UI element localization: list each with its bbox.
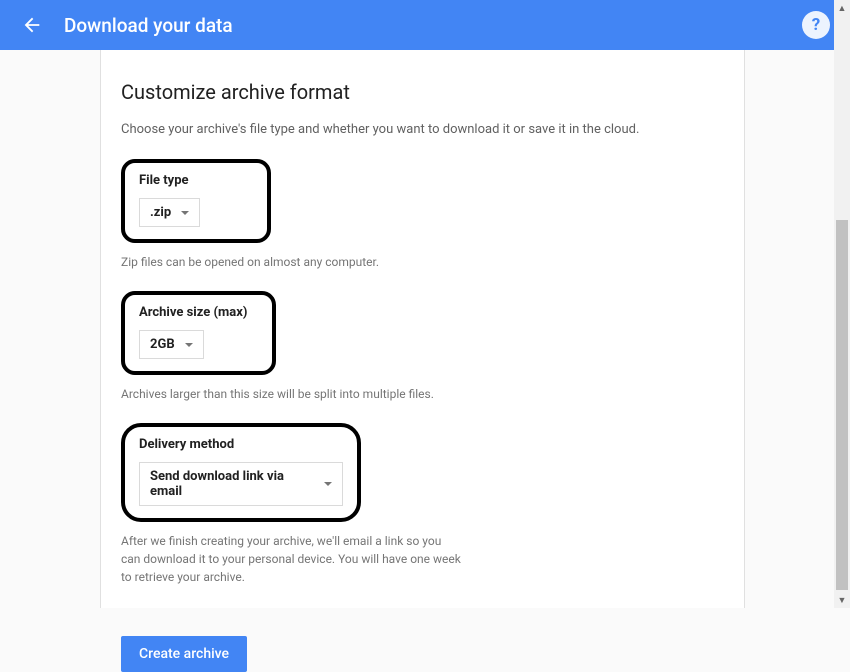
section-description: Choose your archive's file type and whet… xyxy=(121,122,724,137)
delivery-method-help: After we finish creating your archive, w… xyxy=(121,532,461,586)
create-archive-button[interactable]: Create archive xyxy=(121,636,247,672)
archive-size-group: Archive size (max) 2GB Archives larger t… xyxy=(121,291,724,403)
scrollbar-thumb[interactable] xyxy=(836,220,848,590)
delivery-method-label: Delivery method xyxy=(139,437,343,452)
file-type-label: File type xyxy=(139,173,253,188)
delivery-method-box: Delivery method Send download link via e… xyxy=(121,423,361,522)
chevron-down-icon xyxy=(181,211,189,215)
delivery-method-dropdown[interactable]: Send download link via email xyxy=(139,462,343,506)
file-type-group: File type .zip Zip files can be opened o… xyxy=(121,159,724,271)
archive-size-dropdown[interactable]: 2GB xyxy=(139,330,204,359)
chevron-down-icon xyxy=(185,343,193,347)
file-type-box: File type .zip xyxy=(121,159,271,243)
delivery-method-value: Send download link via email xyxy=(150,469,314,499)
archive-size-box: Archive size (max) 2GB xyxy=(121,291,276,375)
content-panel: Customize archive format Choose your arc… xyxy=(100,50,745,608)
file-type-value: .zip xyxy=(150,205,171,220)
file-type-dropdown[interactable]: .zip xyxy=(139,198,200,227)
section-title: Customize archive format xyxy=(121,80,724,104)
delivery-method-group: Delivery method Send download link via e… xyxy=(121,423,724,586)
scrollbar[interactable]: ▲ ▼ xyxy=(834,0,850,608)
archive-size-help: Archives larger than this size will be s… xyxy=(121,385,461,403)
app-header: Download your data ? xyxy=(0,0,850,50)
back-arrow-icon[interactable] xyxy=(20,13,44,37)
scrollbar-up-arrow-icon[interactable]: ▲ xyxy=(834,0,850,16)
chevron-down-icon xyxy=(324,482,332,486)
archive-size-label: Archive size (max) xyxy=(139,305,258,320)
scrollbar-down-arrow-icon[interactable]: ▼ xyxy=(834,592,850,608)
file-type-help: Zip files can be opened on almost any co… xyxy=(121,253,461,271)
help-icon[interactable]: ? xyxy=(802,11,830,39)
archive-size-value: 2GB xyxy=(150,337,175,352)
page-title: Download your data xyxy=(64,14,802,37)
